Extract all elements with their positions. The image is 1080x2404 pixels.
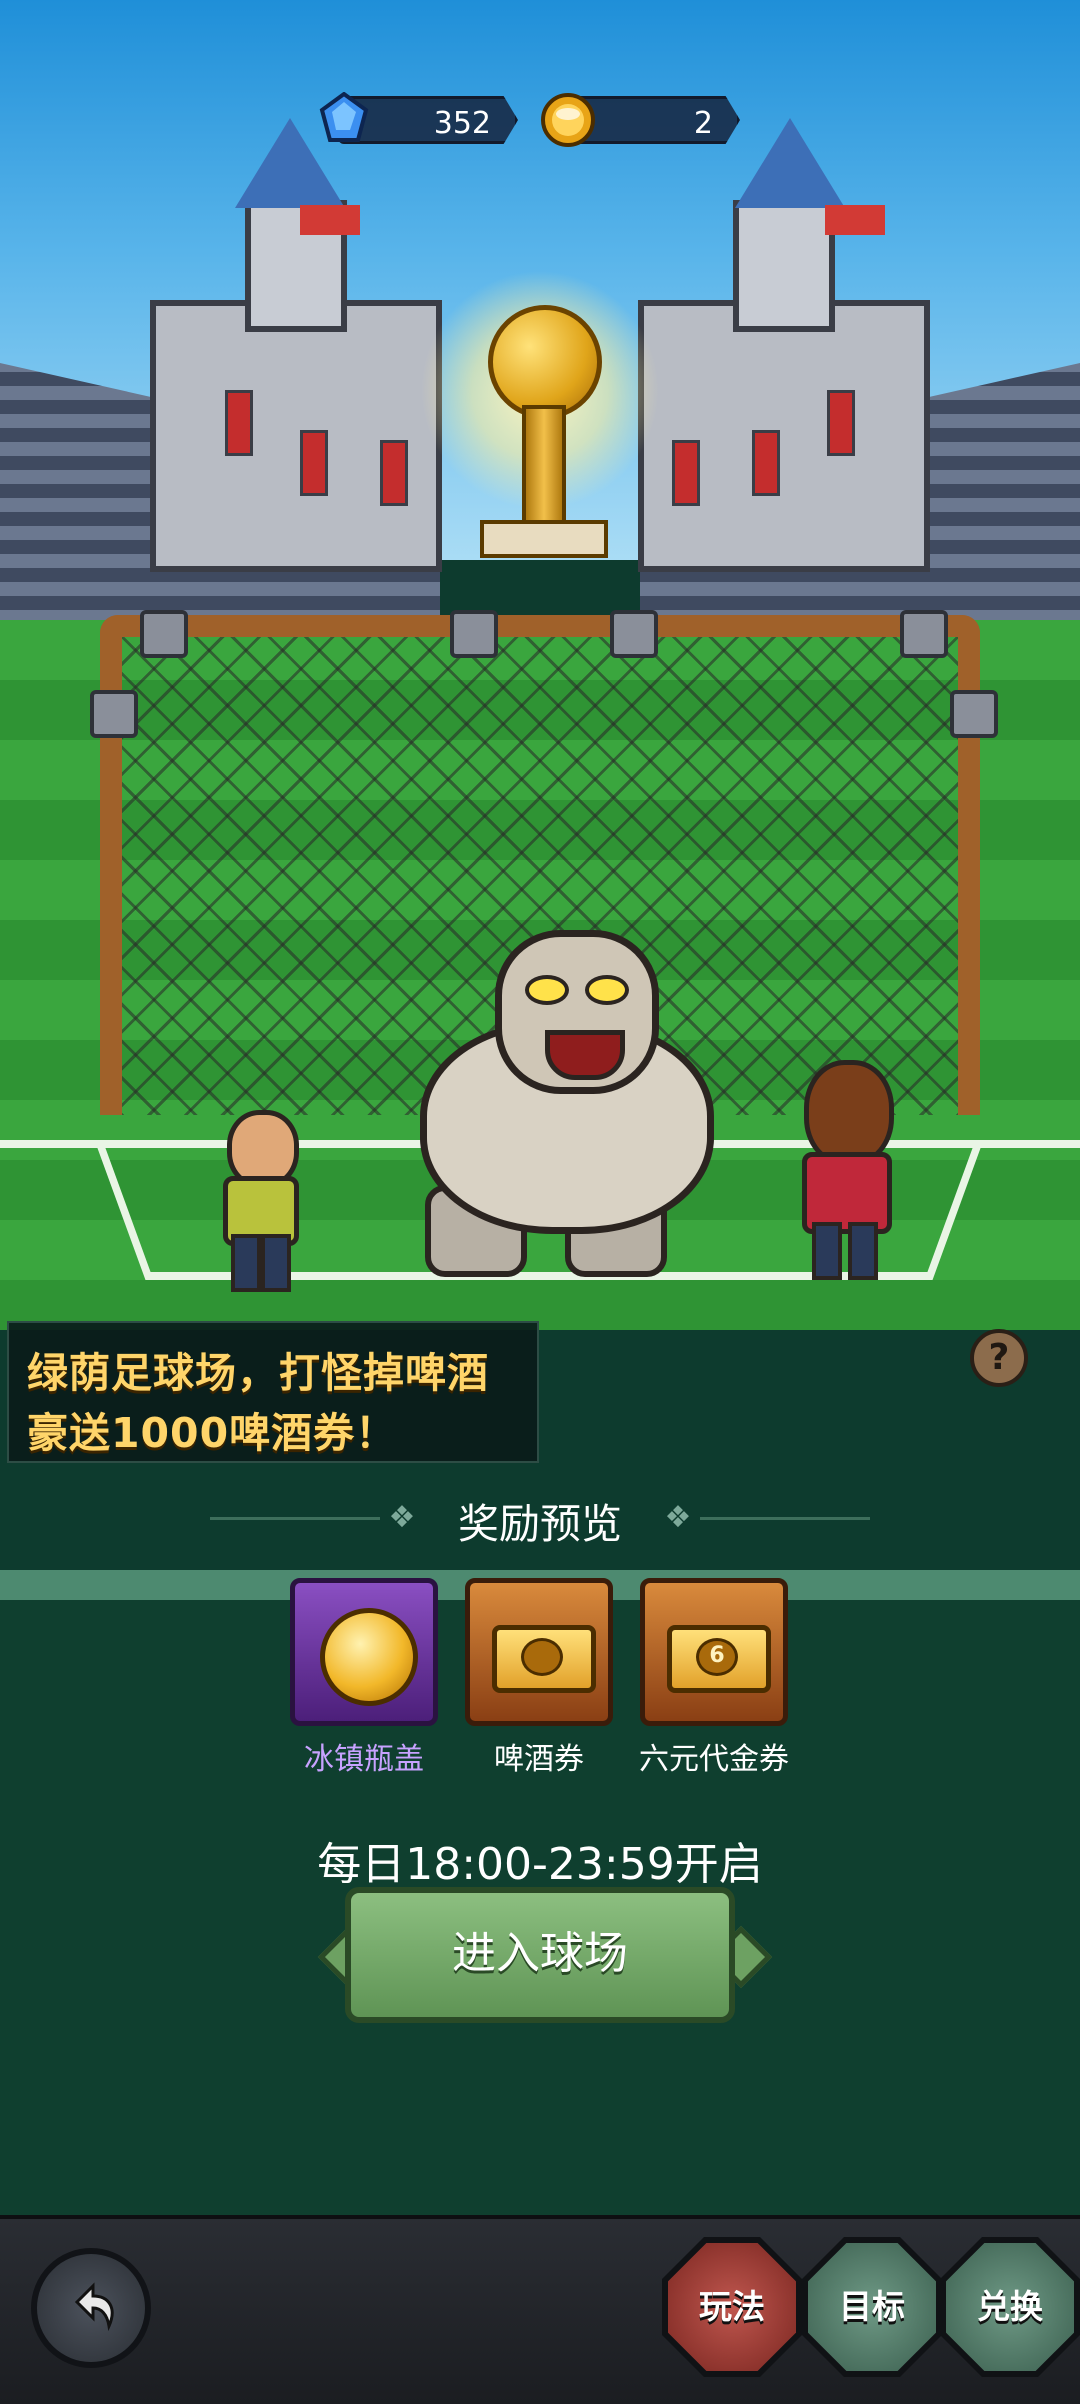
goal-clamp (950, 690, 998, 738)
goal-clamp (90, 690, 138, 738)
tower-right (733, 200, 835, 332)
help-button[interactable]: ? (970, 1329, 1028, 1387)
monster-eye (525, 975, 569, 1005)
player-leg (261, 1234, 291, 1292)
ornament-knot-icon: ❖ (388, 1500, 416, 1535)
monster-eye (585, 975, 629, 1005)
banner-icon (380, 440, 408, 506)
trophy-icon (488, 305, 602, 419)
banner-icon (225, 390, 253, 456)
reward-label: 六元代金券 (639, 1742, 789, 1777)
reward-label: 冰镇瓶盖 (304, 1742, 424, 1777)
reward-item-beer-cap[interactable] (290, 1578, 438, 1726)
beer-cap-icon (541, 93, 595, 147)
goal-clamp (140, 610, 188, 658)
gem-count: 352 (433, 106, 491, 141)
castle-right (638, 300, 930, 572)
player-leg (848, 1222, 878, 1280)
beer-cap-counter[interactable]: 2 (540, 92, 740, 148)
trophy-stem (522, 405, 566, 533)
reward-item-beer-ticket[interactable] (465, 1578, 613, 1726)
reward-preview-title: 奖励预览 (458, 1500, 622, 1548)
ogre-monster[interactable] (360, 930, 760, 1277)
back-button[interactable] (31, 2248, 151, 2368)
castle-left (150, 300, 442, 572)
gem-counter[interactable]: 352 (318, 92, 518, 148)
player-leg (812, 1222, 842, 1280)
banner-icon (827, 390, 855, 456)
promo-banner: 绿荫足球场，打怪掉啤酒 豪送1000啤酒券！ (7, 1321, 539, 1463)
open-schedule: 每日18:00-23:59开启 (317, 1839, 763, 1890)
player-red (790, 1060, 900, 1290)
enter-stadium-button[interactable]: 进入球场 (345, 1887, 735, 2023)
monster-mouth (545, 1030, 625, 1080)
player-leg (231, 1234, 261, 1292)
promo-line-2: 豪送1000啤酒券！ (27, 1409, 398, 1457)
tower-roof-right (735, 118, 845, 208)
reward-label: 啤酒券 (494, 1742, 584, 1777)
flag-left-icon (300, 205, 360, 235)
gem-icon (319, 92, 369, 142)
beer-cap-icon (320, 1608, 418, 1706)
back-arrow-icon (74, 2282, 114, 2332)
title-ornament-right (700, 1517, 870, 1520)
goal-clamp (450, 610, 498, 658)
six-voucher-icon: 6 (667, 1625, 771, 1693)
trophy-base (480, 520, 608, 558)
beer-cap-count: 2 (693, 106, 713, 141)
goal-clamp (900, 610, 948, 658)
ornament-knot-icon: ❖ (664, 1500, 692, 1535)
player-head (804, 1060, 894, 1166)
banner-icon (752, 430, 780, 496)
stadium-scene (0, 0, 1080, 1330)
player-green (215, 1110, 305, 1292)
reward-item-six-voucher[interactable]: 6 (640, 1578, 788, 1726)
beer-mug-icon (521, 1638, 563, 1676)
flag-right-icon (825, 205, 885, 235)
goal-clamp (610, 610, 658, 658)
banner-icon (672, 440, 700, 506)
voucher-badge: 6 (696, 1638, 738, 1676)
title-ornament-left (210, 1517, 380, 1520)
banner-icon (300, 430, 328, 496)
promo-line-1: 绿荫足球场，打怪掉啤酒 (27, 1349, 489, 1397)
beer-ticket-icon (492, 1625, 596, 1693)
